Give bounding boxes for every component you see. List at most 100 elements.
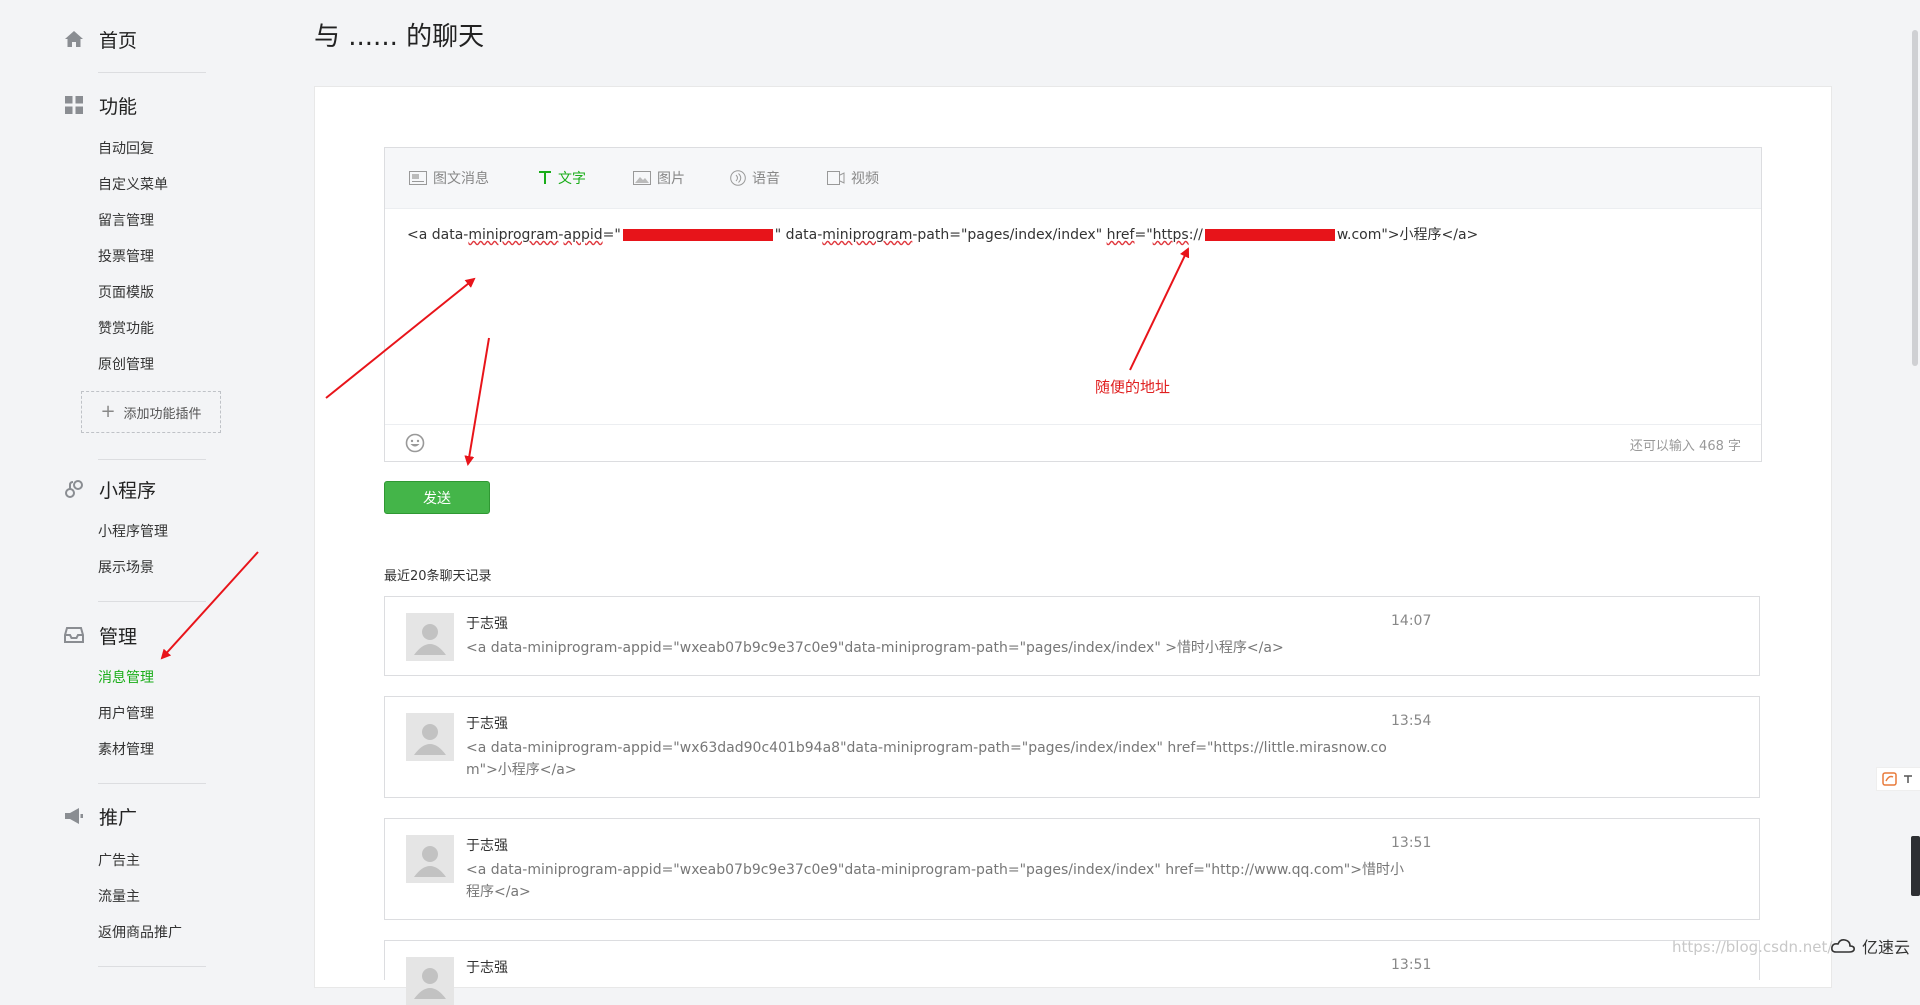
brand: 亿速云 (1830, 934, 1910, 958)
annotation-label: 随便的地址 (1095, 378, 1171, 396)
avatar (406, 713, 454, 761)
message-item: 于志强 13:54 <a data-miniprogram-appid="wx6… (384, 696, 1760, 798)
sidebar-item-scenes[interactable]: 展示场景 (98, 558, 154, 578)
watermark: https://blog.csdn.net/ (1672, 938, 1833, 956)
avatar (406, 835, 454, 883)
nav-miniprogram[interactable]: 小程序 (63, 474, 156, 504)
sidebar-item-auto-reply[interactable]: 自动回复 (98, 139, 154, 159)
divider (98, 459, 206, 460)
sidebar-item-commission[interactable]: 返佣商品推广 (98, 923, 182, 943)
emoji-icon[interactable] (405, 433, 425, 457)
message-body: <a data-miniprogram-appid="wx63dad90c401… (466, 740, 1387, 778)
divider (98, 601, 206, 602)
sidebar-item-comments[interactable]: 留言管理 (98, 211, 154, 231)
nav-home-label: 首页 (99, 29, 138, 52)
editor-text-segment: miniprogram (468, 227, 559, 243)
scrollbar[interactable] (1912, 30, 1918, 366)
avatar (406, 957, 454, 1005)
side-widget[interactable] (1911, 836, 1920, 896)
redaction-mark (1204, 229, 1335, 241)
link-icon (63, 478, 85, 500)
editor-text-segment: =" (1134, 227, 1153, 243)
editor-footer: 还可以输入 468 字 (385, 424, 1761, 462)
home-icon (63, 28, 85, 50)
avatar (406, 613, 454, 661)
grid-icon (63, 94, 85, 116)
tab-voice[interactable]: 语音 (730, 168, 780, 188)
divider (98, 966, 206, 967)
divider (98, 783, 206, 784)
message-time: 14:07 (1391, 613, 1432, 629)
divider (98, 72, 206, 73)
video-icon (827, 171, 845, 185)
nav-miniprogram-label: 小程序 (99, 479, 157, 502)
sidebar-item-users[interactable]: 用户管理 (98, 704, 154, 724)
message-item: 于志强 13:51 (384, 940, 1760, 1005)
nav-features[interactable]: 功能 (63, 90, 137, 120)
tab-image[interactable]: 图片 (633, 168, 685, 188)
editor-text-segment: :// (1188, 227, 1203, 243)
sidebar: 首页 功能 自动回复 自定义菜单 留言管理 投票管理 页面模版 赞赏功能 原创管… (0, 0, 295, 969)
cloud-icon (1831, 939, 1855, 953)
message-item: 于志强 14:07 <a data-miniprogram-appid="wxe… (384, 596, 1760, 676)
sidebar-item-page-templates[interactable]: 页面模版 (98, 283, 154, 303)
message-time: 13:54 (1391, 713, 1432, 729)
plus-icon: + (100, 401, 116, 422)
tab-text-label: 文字 (558, 171, 586, 187)
sidebar-item-publisher[interactable]: 流量主 (98, 887, 140, 907)
editor-textarea[interactable]: <a data-miniprogram-appid=" " data-minipr… (407, 224, 1747, 244)
message-editor: 图文消息 文字 图片 语音 视频 <a data-miniprogram-app… (384, 147, 1762, 462)
sender-name: 于志强 (466, 716, 508, 732)
editor-text-segment: " data- (774, 227, 823, 243)
news-icon (409, 171, 427, 185)
redaction-mark (622, 229, 773, 241)
sidebar-item-messages[interactable]: 消息管理 (98, 668, 154, 688)
side-tool-button[interactable] (1876, 767, 1920, 791)
editor-text-segment: =" (602, 227, 621, 243)
tab-text[interactable]: 文字 (538, 168, 586, 188)
sidebar-item-custom-menu[interactable]: 自定义菜单 (98, 175, 168, 195)
sidebar-item-votes[interactable]: 投票管理 (98, 247, 154, 267)
nav-promote[interactable]: 推广 (63, 801, 137, 831)
sender-name: 于志强 (466, 616, 508, 632)
tab-voice-label: 语音 (752, 171, 780, 187)
add-plugin-button[interactable]: + 添加功能插件 (81, 391, 221, 433)
voice-icon (730, 170, 746, 186)
inbox-icon (63, 624, 85, 646)
nav-manage-label: 管理 (99, 625, 138, 648)
message-item: 于志强 13:51 <a data-miniprogram-appid="wxe… (384, 818, 1760, 920)
tab-video-label: 视频 (851, 171, 879, 187)
message-time: 13:51 (1391, 835, 1432, 851)
tool-icon (1882, 772, 1912, 786)
sender-name: 于志强 (466, 838, 508, 854)
tab-video[interactable]: 视频 (827, 168, 879, 188)
brand-label: 亿速云 (1862, 938, 1911, 957)
editor-text-segment: appid (563, 227, 603, 243)
nav-features-label: 功能 (99, 95, 138, 118)
image-icon (633, 171, 651, 185)
text-icon (539, 171, 551, 184)
send-button[interactable]: 发送 (384, 481, 490, 514)
message-time: 13:51 (1391, 957, 1432, 973)
sidebar-item-original[interactable]: 原创管理 (98, 355, 154, 375)
tab-news-label: 图文消息 (433, 171, 489, 187)
sidebar-item-materials[interactable]: 素材管理 (98, 740, 154, 760)
tab-news[interactable]: 图文消息 (409, 168, 489, 188)
nav-home[interactable]: 首页 (63, 24, 137, 54)
editor-text-segment: w.com">小程序</a> (1336, 227, 1479, 243)
add-plugin-label: 添加功能插件 (123, 406, 202, 422)
char-count: 还可以输入 468 字 (1629, 439, 1741, 454)
megaphone-icon (63, 805, 85, 827)
editor-tabs: 图文消息 文字 图片 语音 视频 (385, 148, 1761, 209)
sidebar-item-advertiser[interactable]: 广告主 (98, 851, 140, 871)
message-body: <a data-miniprogram-appid="wxeab07b9c9e3… (466, 862, 1404, 900)
sidebar-item-appreciation[interactable]: 赞赏功能 (98, 319, 154, 339)
sidebar-item-miniprogram-manage[interactable]: 小程序管理 (98, 522, 168, 542)
editor-text-segment: miniprogram (822, 227, 913, 243)
editor-text-segment: -path="pages/index/index" (912, 227, 1107, 243)
nav-manage[interactable]: 管理 (63, 620, 137, 650)
editor-text-segment: href (1106, 227, 1135, 243)
history-title: 最近20条聊天记录 (384, 569, 492, 584)
editor-text-segment: https (1152, 227, 1189, 243)
message-body: <a data-miniprogram-appid="wxeab07b9c9e3… (466, 640, 1284, 656)
